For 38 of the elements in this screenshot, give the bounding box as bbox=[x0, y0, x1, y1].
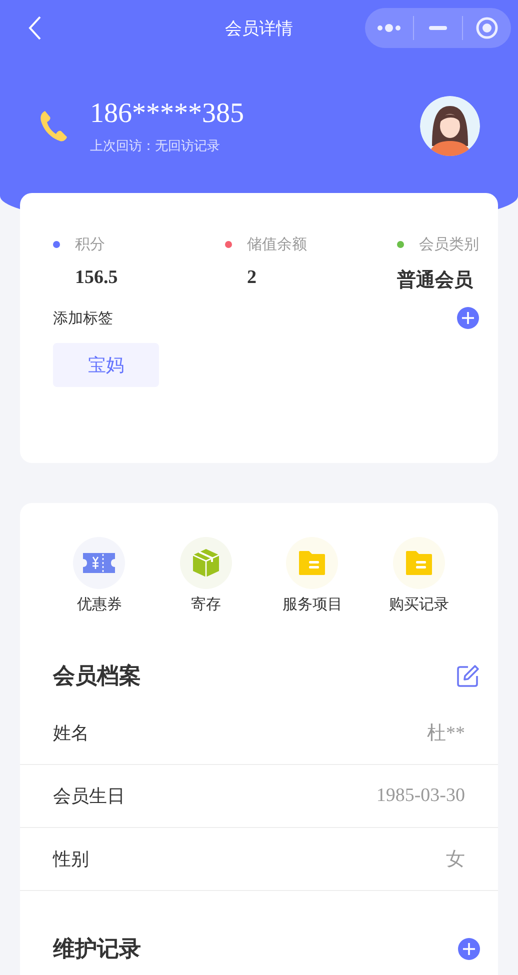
stat-value: 156.5 bbox=[75, 267, 119, 289]
section-title: 维护记录 bbox=[53, 936, 141, 964]
folder-icon bbox=[404, 550, 433, 576]
shortcut-button[interactable]: 服务项目 bbox=[267, 537, 358, 614]
tag-chip[interactable]: 宝妈 bbox=[53, 343, 159, 387]
folder-icon bbox=[298, 550, 326, 576]
stat-label: 会员类别 bbox=[419, 234, 479, 254]
last-visit-text: 上次回访：无回访记录 bbox=[90, 138, 221, 155]
phone-icon[interactable] bbox=[38, 108, 68, 144]
box-icon bbox=[192, 548, 220, 578]
plus-icon bbox=[458, 938, 480, 960]
page-title: 会员详情 bbox=[225, 18, 293, 38]
stat-value: 2 bbox=[247, 267, 258, 289]
ticket-icon bbox=[81, 550, 118, 576]
shortcut-button[interactable]: 寄存 bbox=[160, 537, 251, 614]
edit-icon bbox=[456, 664, 480, 688]
field-label: 姓名 bbox=[53, 722, 89, 745]
shortcut-button[interactable]: 购买记录 bbox=[374, 537, 464, 614]
field-value: 1985-03-30 bbox=[376, 785, 465, 807]
stat-label: 储值余额 bbox=[247, 234, 307, 254]
shortcut-button[interactable]: 优惠券 bbox=[54, 537, 144, 614]
add-record-button[interactable] bbox=[458, 938, 480, 960]
avatar-icon bbox=[420, 96, 480, 156]
edit-button[interactable] bbox=[456, 664, 480, 688]
more-icon bbox=[377, 23, 401, 33]
field-value: 杜** bbox=[427, 722, 465, 746]
add-tag-label: 添加标签 bbox=[53, 308, 113, 328]
add-tag-button[interactable] bbox=[457, 307, 479, 329]
section-title: 会员档案 bbox=[53, 662, 141, 691]
field-value: 女 bbox=[446, 848, 465, 872]
target-icon bbox=[476, 17, 498, 39]
stat-value: 普通会员 bbox=[397, 268, 474, 293]
phone-number: 186*****385 bbox=[90, 97, 244, 131]
minimize-icon bbox=[429, 26, 447, 30]
field-label: 会员生日 bbox=[53, 785, 125, 808]
field-label: 性别 bbox=[53, 848, 89, 871]
stat-label: 积分 bbox=[75, 234, 105, 254]
plus-icon bbox=[457, 307, 479, 329]
